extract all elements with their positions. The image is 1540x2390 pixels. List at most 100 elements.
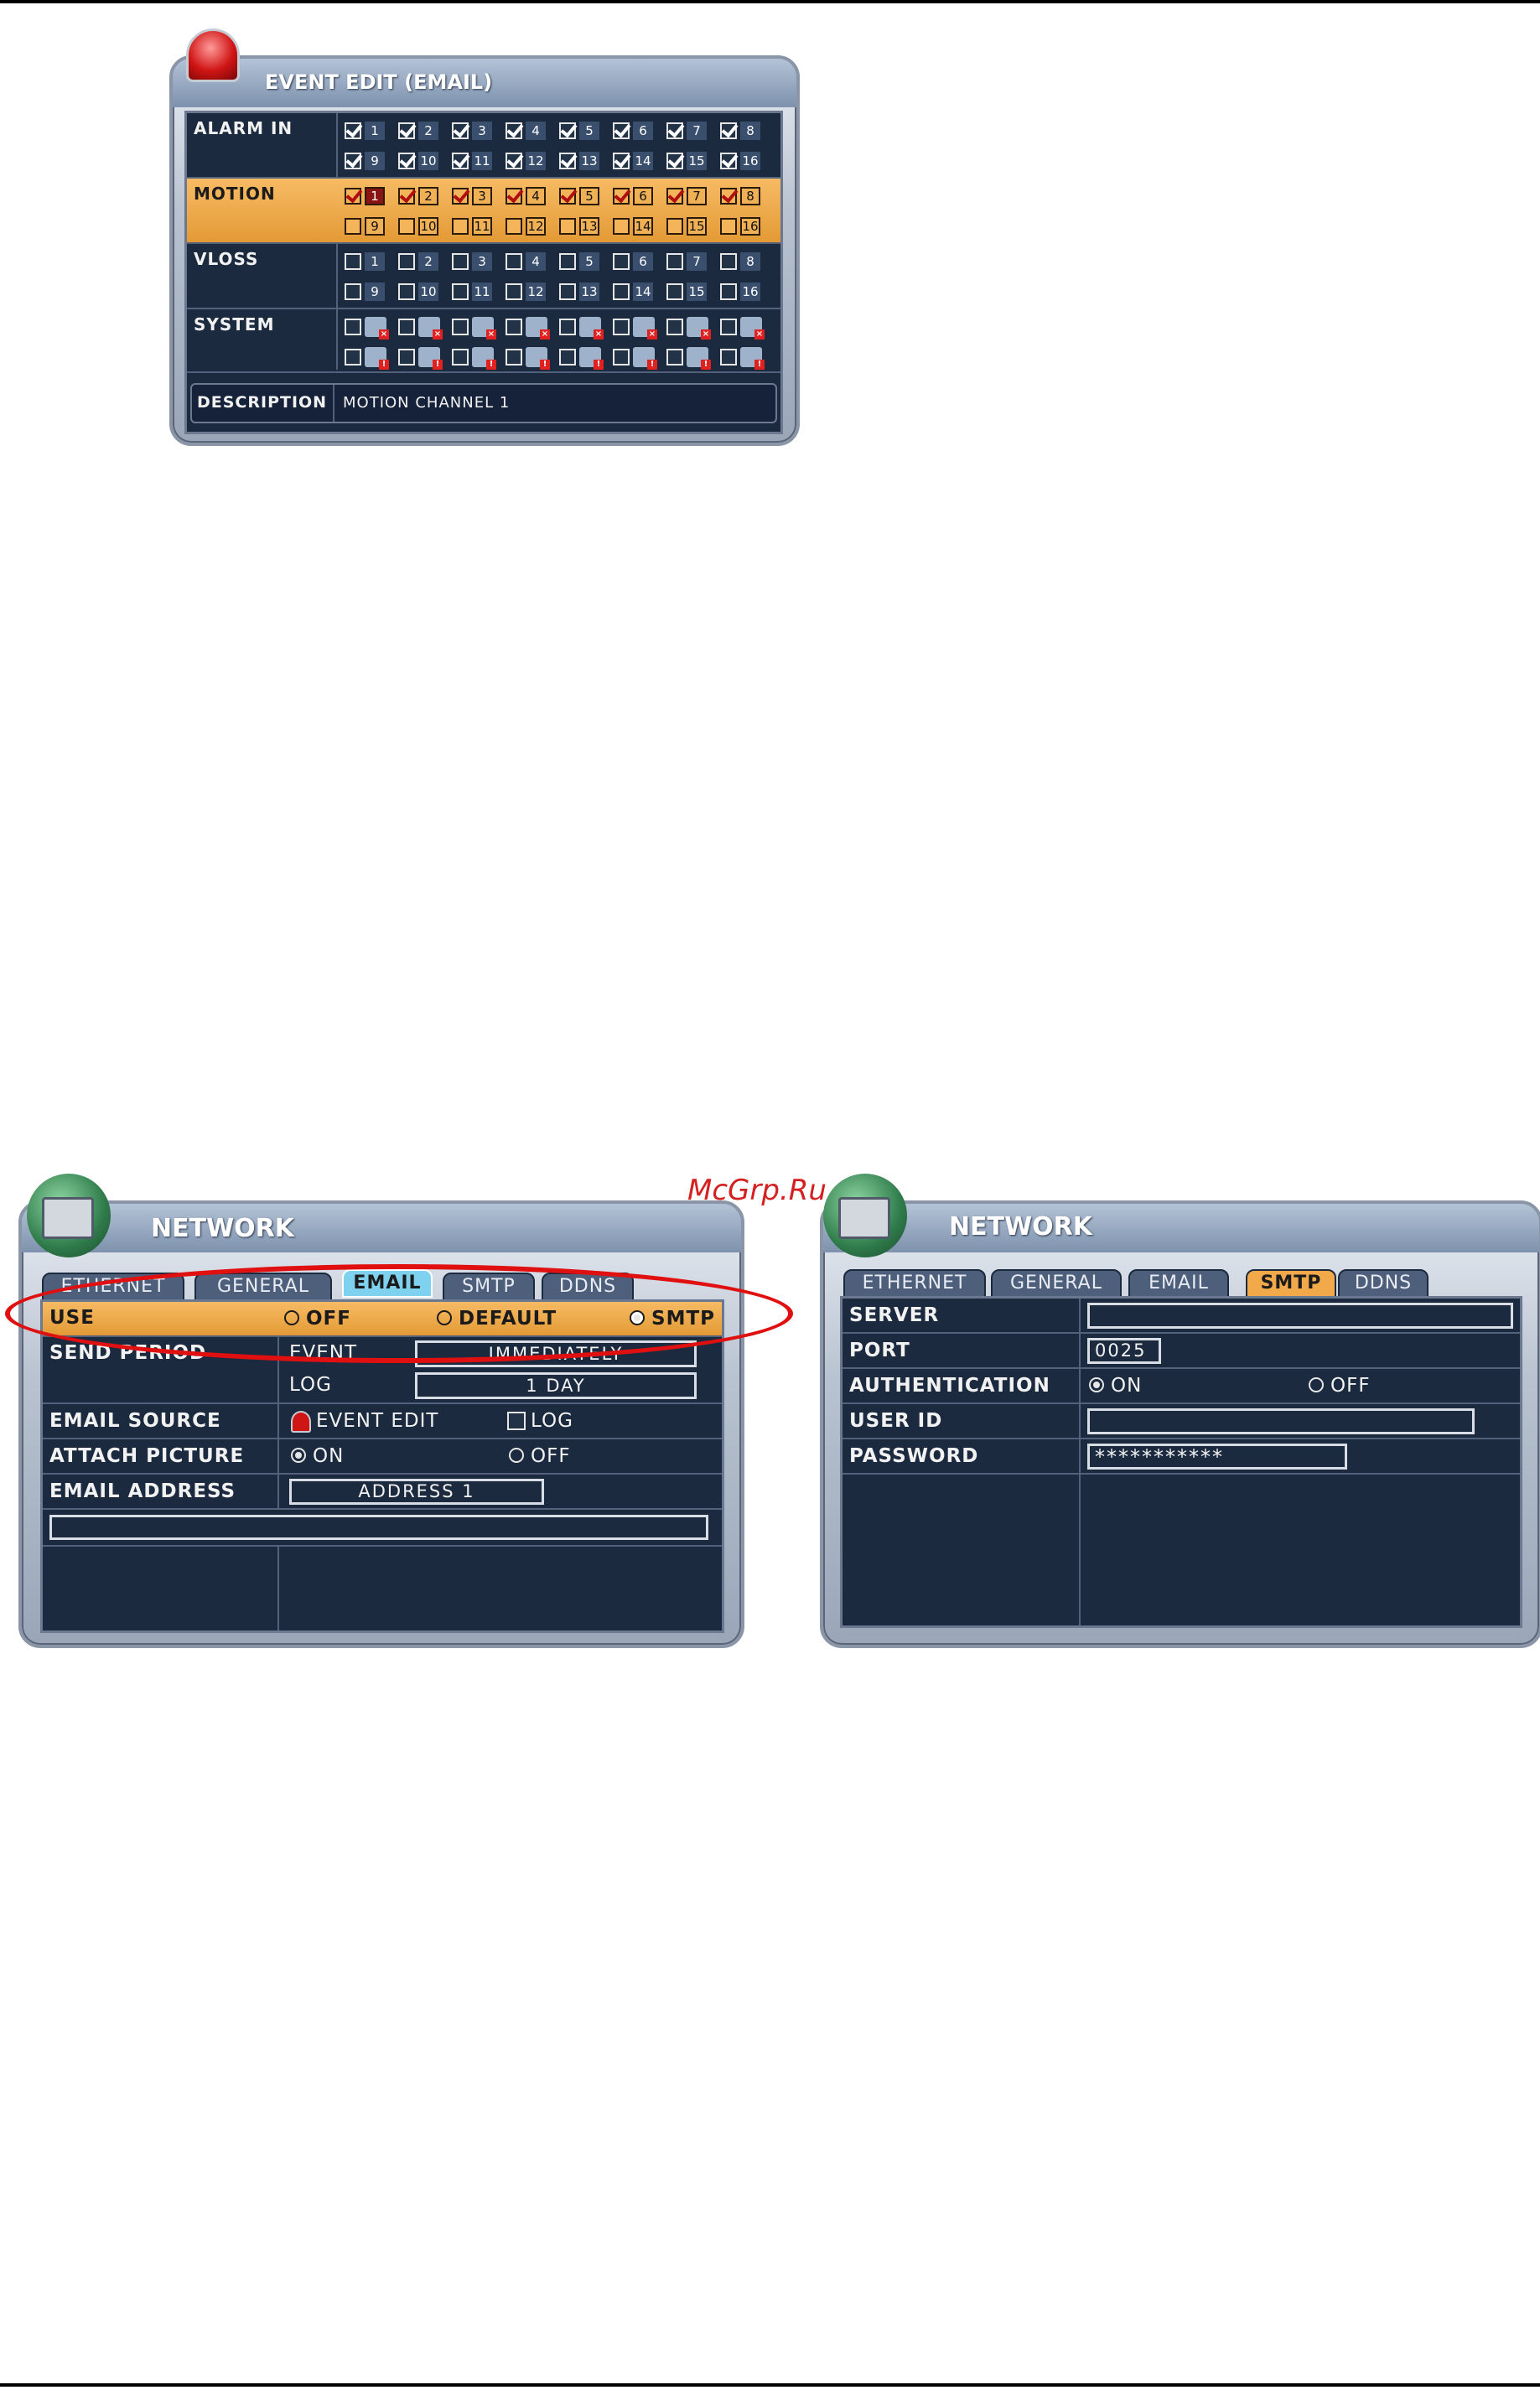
motion-channel-6[interactable]: 6	[613, 181, 666, 211]
system-checkbox-2[interactable]	[398, 319, 415, 335]
alarm-in-checkbox-8[interactable]	[720, 122, 737, 139]
system-checkbox-6[interactable]	[613, 319, 630, 335]
system-checkbox-1[interactable]	[345, 319, 361, 335]
alarm-in-channel-13[interactable]: 13	[559, 146, 613, 176]
motion-checkbox-7[interactable]	[666, 188, 683, 205]
attach-off-radio[interactable]	[509, 1448, 524, 1463]
alarm-in-channel-4[interactable]: 4	[506, 116, 559, 146]
vloss-channel-4[interactable]: 4	[506, 246, 559, 277]
alarm-in-checkbox-5[interactable]	[559, 122, 576, 139]
vloss-checkbox-7[interactable]	[666, 253, 683, 270]
motion-checkbox-13[interactable]	[559, 218, 576, 235]
system-checkbox-14[interactable]	[613, 349, 630, 365]
motion-channel-10[interactable]: 10	[398, 211, 452, 241]
alarm-in-checkbox-6[interactable]	[613, 122, 630, 139]
alarm-in-checkbox-2[interactable]	[398, 122, 415, 139]
alarm-in-checkbox-3[interactable]	[452, 122, 469, 139]
motion-channel-16[interactable]: 16	[720, 211, 774, 241]
vloss-channel-5[interactable]: 5	[559, 246, 613, 277]
alarm-in-channel-11[interactable]: 11	[452, 146, 506, 176]
motion-checkbox-11[interactable]	[452, 218, 469, 235]
vloss-checkbox-1[interactable]	[345, 253, 361, 270]
system-channel-10[interactable]: !	[398, 342, 452, 372]
attach-on-radio[interactable]	[291, 1448, 306, 1463]
vloss-channel-13[interactable]: 13	[559, 277, 613, 307]
alarm-in-checkbox-13[interactable]	[559, 153, 576, 169]
tab-email[interactable]: EMAIL	[1128, 1269, 1229, 1298]
port-input[interactable]: 0025	[1087, 1338, 1161, 1364]
vloss-checkbox-6[interactable]	[613, 253, 630, 270]
system-channel-1[interactable]: ×	[345, 312, 398, 342]
system-channel-14[interactable]: !	[613, 342, 666, 372]
vloss-checkbox-16[interactable]	[720, 283, 737, 300]
system-channel-15[interactable]: !	[666, 342, 720, 372]
motion-checkbox-6[interactable]	[613, 188, 630, 205]
password-input[interactable]: ***********	[1087, 1444, 1347, 1470]
system-channel-5[interactable]: ×	[559, 312, 613, 342]
motion-checkbox-5[interactable]	[559, 188, 576, 205]
description-value[interactable]: MOTION CHANNEL 1	[343, 394, 510, 412]
system-checkbox-5[interactable]	[559, 319, 576, 335]
alarm-in-channel-9[interactable]: 9	[345, 146, 398, 176]
vloss-channel-7[interactable]: 7	[666, 246, 720, 277]
alarm-in-checkbox-7[interactable]	[666, 122, 683, 139]
alarm-in-channel-16[interactable]: 16	[720, 146, 774, 176]
vloss-channel-10[interactable]: 10	[398, 277, 452, 307]
system-checkbox-16[interactable]	[720, 349, 737, 365]
alarm-in-channel-14[interactable]: 14	[613, 146, 666, 176]
system-channel-11[interactable]: !	[452, 342, 506, 372]
tab-general[interactable]: GENERAL	[991, 1269, 1122, 1298]
vloss-channel-8[interactable]: 8	[720, 246, 774, 277]
alarm-in-channel-8[interactable]: 8	[720, 116, 774, 146]
vloss-channel-16[interactable]: 16	[720, 277, 774, 307]
vloss-channel-2[interactable]: 2	[398, 246, 452, 277]
system-checkbox-4[interactable]	[506, 319, 522, 335]
vloss-checkbox-8[interactable]	[720, 253, 737, 270]
motion-checkbox-15[interactable]	[666, 218, 683, 235]
motion-checkbox-3[interactable]	[452, 188, 469, 205]
motion-channel-8[interactable]: 8	[720, 181, 774, 211]
email-address-select[interactable]: ADDRESS 1	[289, 1479, 544, 1505]
motion-channel-2[interactable]: 2	[398, 181, 452, 211]
vloss-checkbox-2[interactable]	[398, 253, 415, 270]
email-address-input[interactable]	[49, 1515, 708, 1540]
vloss-channel-3[interactable]: 3	[452, 246, 506, 277]
vloss-channel-9[interactable]: 9	[345, 277, 398, 307]
motion-channel-12[interactable]: 12	[506, 211, 559, 241]
system-checkbox-12[interactable]	[506, 349, 522, 365]
system-checkbox-7[interactable]	[666, 319, 683, 335]
system-channel-16[interactable]: !	[720, 342, 774, 372]
vloss-checkbox-4[interactable]	[506, 253, 522, 270]
system-channel-6[interactable]: ×	[613, 312, 666, 342]
alarm-in-checkbox-4[interactable]	[506, 122, 522, 139]
system-channel-2[interactable]: ×	[398, 312, 452, 342]
email-source-log-checkbox[interactable]	[507, 1412, 526, 1430]
alarm-in-checkbox-10[interactable]	[398, 153, 415, 169]
alarm-in-channel-1[interactable]: 1	[345, 116, 398, 146]
motion-checkbox-12[interactable]	[506, 218, 522, 235]
alarm-in-checkbox-16[interactable]	[720, 153, 737, 169]
vloss-checkbox-9[interactable]	[345, 283, 361, 300]
motion-checkbox-14[interactable]	[613, 218, 630, 235]
motion-checkbox-16[interactable]	[720, 218, 737, 235]
system-checkbox-11[interactable]	[452, 349, 469, 365]
motion-channel-1[interactable]: 1	[345, 181, 398, 211]
vloss-checkbox-5[interactable]	[559, 253, 576, 270]
motion-channel-9[interactable]: 9	[345, 211, 398, 241]
motion-channel-15[interactable]: 15	[666, 211, 720, 241]
alarm-in-channel-6[interactable]: 6	[613, 116, 666, 146]
tab-ddns[interactable]: DDNS	[1338, 1269, 1429, 1298]
system-checkbox-9[interactable]	[345, 349, 361, 365]
vloss-channel-15[interactable]: 15	[666, 277, 720, 307]
system-channel-9[interactable]: !	[345, 342, 398, 372]
alarm-in-channel-2[interactable]: 2	[398, 116, 452, 146]
vloss-checkbox-3[interactable]	[452, 253, 469, 270]
alarm-in-checkbox-1[interactable]	[345, 122, 361, 139]
motion-checkbox-10[interactable]	[398, 218, 415, 235]
alarm-in-channel-10[interactable]: 10	[398, 146, 452, 176]
system-checkbox-3[interactable]	[452, 319, 469, 335]
alarm-in-checkbox-11[interactable]	[452, 153, 469, 169]
system-channel-3[interactable]: ×	[452, 312, 506, 342]
auth-on-radio[interactable]	[1089, 1377, 1104, 1392]
vloss-checkbox-11[interactable]	[452, 283, 469, 300]
